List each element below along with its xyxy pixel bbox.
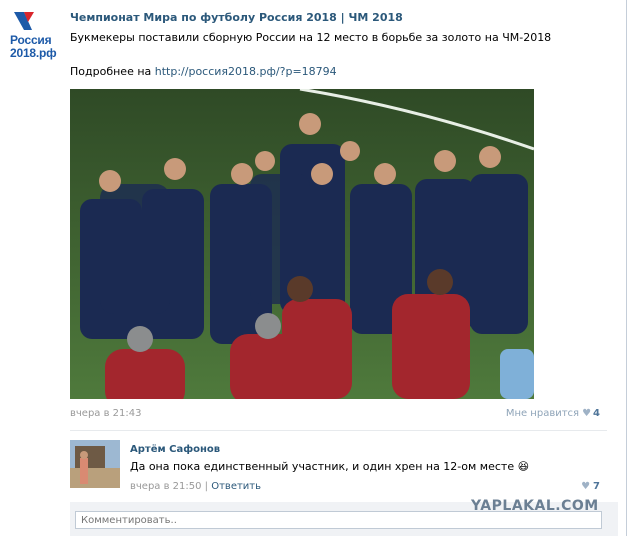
- logo-text-line1: Россия: [10, 33, 52, 47]
- like-count: 4: [593, 408, 600, 419]
- like-label: Мне нравится: [505, 408, 580, 419]
- russia-2018-logo-icon: [14, 12, 34, 30]
- comment-input[interactable]: [75, 511, 602, 529]
- comment-like-button[interactable]: ♥ 7: [581, 481, 600, 492]
- reply-link[interactable]: Ответить: [211, 481, 261, 492]
- comment-like-count: 7: [593, 481, 600, 492]
- divider: [70, 430, 607, 431]
- post-text: Букмекеры поставили сборную России на 12…: [70, 31, 552, 44]
- post-date[interactable]: вчера в 21:43: [70, 408, 142, 419]
- avatar-image: [70, 440, 120, 488]
- post-like-button[interactable]: Мне нравится ♥ 4: [506, 408, 600, 419]
- post-link[interactable]: http://россия2018.рф/?p=18794: [155, 65, 337, 78]
- avatar[interactable]: [70, 440, 120, 488]
- more-label: Подробнее на: [70, 65, 155, 78]
- post-frame: Россия 2018.рф Чемпионат Мира по футболу…: [0, 0, 627, 536]
- comment-text: Да она пока единственный участник, и оди…: [130, 460, 530, 473]
- team-photo-image: [70, 89, 534, 399]
- logo-text-line2: 2018.рф: [10, 46, 57, 60]
- comment-meta: вчера в 21:50 | Ответить: [130, 481, 261, 492]
- post-more: Подробнее на http://россия2018.рф/?p=187…: [70, 65, 337, 78]
- comment-author[interactable]: Артём Сафонов: [130, 444, 220, 455]
- heart-icon: ♥: [582, 408, 592, 419]
- post-photo[interactable]: [70, 89, 534, 399]
- meta-separator: |: [201, 481, 212, 492]
- group-title-link[interactable]: Чемпионат Мира по футболу Россия 2018 | …: [70, 11, 403, 24]
- comment-date[interactable]: вчера в 21:50: [130, 481, 202, 492]
- heart-icon: ♥: [581, 481, 591, 492]
- group-logo[interactable]: Россия 2018.рф: [8, 10, 62, 60]
